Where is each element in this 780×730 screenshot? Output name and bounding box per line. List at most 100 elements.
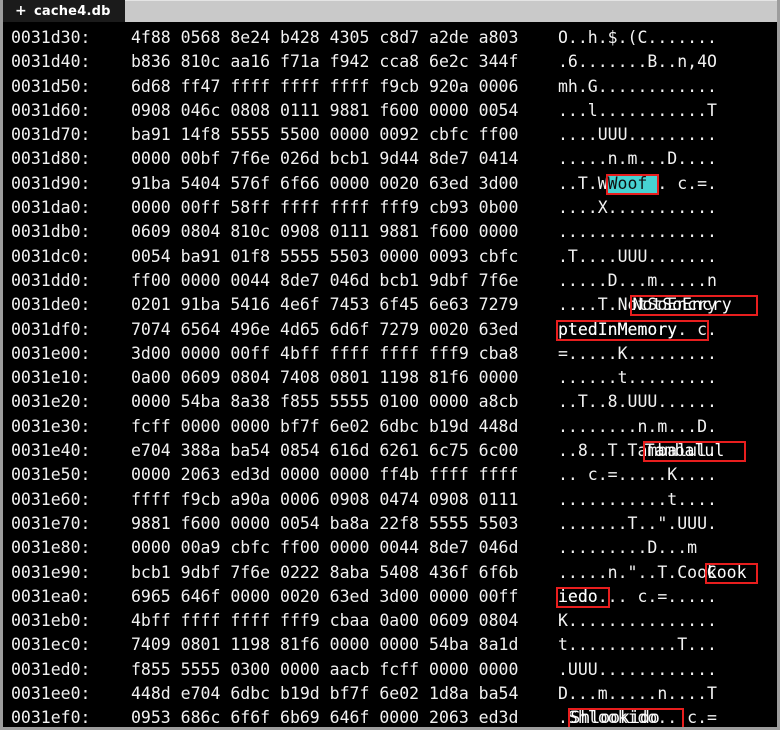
row-offset: 0031e10:	[11, 368, 91, 388]
hexdump-pane[interactable]: 0031d30: 4f88 0568 8e24 b428 4305 c8d7 a2…	[3, 22, 777, 727]
row-ascii: ...........t....	[558, 489, 717, 509]
row-hex-bytes: bcb1 9dbf 7f6e 0222 8aba 5408 436f 6f6b	[131, 562, 519, 582]
row-ascii: ......t.........	[558, 368, 717, 388]
row-ascii: .....D...m.....n	[558, 270, 717, 290]
tab-cache4-db[interactable]: + cache4.db	[3, 0, 125, 22]
row-hex-bytes: 0a00 0609 0804 7408 0801 1198 81f6 0000	[131, 368, 519, 388]
row-offset: 0031eb0:	[11, 611, 91, 631]
row-ascii: ..T..8.UUU......	[558, 392, 717, 412]
hexdump-row[interactable]: 0031e20: 0000 54ba 8a38 f855 5555 0100 00…	[3, 390, 777, 414]
row-offset: 0031e50:	[11, 465, 91, 485]
row-offset: 0031d70:	[11, 125, 91, 145]
hexdump-row[interactable]: 0031e70: 9881 f600 0000 0054 ba8a 22f8 55…	[3, 512, 777, 536]
hexdump-row[interactable]: 0031ee0: 448d e704 6dbc b19d bf7f 6e02 1d…	[3, 682, 777, 706]
row-offset: 0031e70:	[11, 513, 91, 533]
hexdump-row[interactable]: 0031d30: 4f88 0568 8e24 b428 4305 c8d7 a2…	[3, 26, 777, 50]
row-offset: 0031de0:	[11, 295, 91, 315]
row-offset: 0031d80:	[11, 149, 91, 169]
hex-viewer-window: + cache4.db 0031d30: 4f88 0568 8e24 b428 …	[0, 0, 780, 730]
row-ascii: D...m.....n....T	[558, 684, 717, 704]
hexdump-row[interactable]: 0031e50: 0000 2063 ed3d 0000 0000 ff4b ff…	[3, 463, 777, 487]
row-offset: 0031e60:	[11, 489, 91, 509]
hexdump-row[interactable]: 0031d80: 0000 00bf 7f6e 026d bcb1 9d44 8d…	[3, 147, 777, 171]
row-hex-bytes: 9881 f600 0000 0054 ba8a 22f8 5555 5503	[131, 513, 519, 533]
row-ascii: ...l...........T	[558, 100, 717, 120]
row-hex-bytes: 4bff ffff ffff fff9 cbaa 0a00 0609 0804	[131, 611, 519, 631]
row-hex-bytes: 7409 0801 1198 81f6 0000 0000 54ba 8a1d	[131, 635, 519, 655]
row-hex-bytes: 0000 00a9 cbfc ff00 0000 0044 8de7 046d	[131, 538, 519, 558]
highlight-label-shlookido: Shlookido	[570, 708, 660, 728]
row-offset: 0031d40:	[11, 52, 91, 72]
row-offset: 0031db0:	[11, 222, 91, 242]
hexdump-rows: 0031d30: 4f88 0568 8e24 b428 4305 c8d7 a2…	[3, 26, 777, 728]
row-hex-bytes: 6965 646f 0000 0020 63ed 3d00 0000 00ff	[131, 586, 519, 606]
hexdump-row[interactable]: 0031e00: 3d00 0000 00ff 4bff ffff ffff ff…	[3, 342, 777, 366]
row-ascii: ....UUU.........	[558, 125, 717, 145]
hexdump-row[interactable]: 0031ea0: 6965 646f 0000 0020 63ed 3d00 00…	[3, 585, 777, 609]
hexdump-row[interactable]: 0031d40: b836 810c aa16 f71a f942 cca8 6e…	[3, 50, 777, 74]
row-ascii: .UUU............	[558, 659, 717, 679]
highlight-label-notsoencry: NotSoEncry	[632, 295, 732, 315]
hexdump-row[interactable]: 0031e80: 0000 00a9 cbfc ff00 0000 0044 8d…	[3, 536, 777, 560]
highlight-label-woof: Woof	[607, 173, 648, 193]
row-hex-bytes: b836 810c aa16 f71a f942 cca8 6e2c 344f	[131, 52, 519, 72]
row-ascii: t...........T...	[558, 635, 717, 655]
hexdump-row[interactable]: 0031d60: 0908 046c 0808 0111 9881 f600 00…	[3, 99, 777, 123]
row-ascii: .....n.m...D....	[558, 149, 717, 169]
highlight-label-iedo: iedo	[558, 586, 598, 606]
highlight-label-cook: Cook	[706, 562, 747, 582]
row-hex-bytes: 6d68 ff47 ffff ffff ffff f9cb 920a 0006	[131, 76, 519, 96]
hexdump-row[interactable]: 0031d70: ba91 14f8 5555 5500 0000 0092 cb…	[3, 123, 777, 147]
row-hex-bytes: 91ba 5404 576f 6f66 0000 0020 63ed 3d00	[131, 173, 519, 193]
row-offset: 0031ee0:	[11, 684, 91, 704]
row-offset: 0031dc0:	[11, 246, 91, 266]
row-offset: 0031e80:	[11, 538, 91, 558]
highlight-label-ptedinmemory: ptedInMemory	[558, 319, 678, 339]
hexdump-row[interactable]: 0031d90: 91ba 5404 576f 6f66 0000 0020 63…	[3, 172, 777, 196]
row-offset: 0031d90:	[11, 173, 91, 193]
titlebar-empty-area	[124, 0, 777, 22]
row-ascii: .......T..".UUU.	[558, 513, 717, 533]
hexdump-row[interactable]: 0031e90: bcb1 9dbf 7f6e 0222 8aba 5408 43…	[3, 561, 777, 585]
row-hex-bytes: 0000 00bf 7f6e 026d bcb1 9d44 8de7 0414	[131, 149, 519, 169]
row-offset: 0031ea0:	[11, 586, 91, 606]
row-ascii: .6.......B..n,4O	[558, 52, 717, 72]
hexdump-row[interactable]: 0031ec0: 7409 0801 1198 81f6 0000 0000 54…	[3, 633, 777, 657]
hexdump-row[interactable]: 0031ed0: f855 5555 0300 0000 aacb fcff 00…	[3, 658, 777, 682]
row-offset: 0031d30:	[11, 28, 91, 47]
tab-title: cache4.db	[33, 3, 111, 19]
row-ascii: mh.G............	[558, 76, 717, 96]
hexdump-row[interactable]: 0031db0: 0609 0804 810c 0908 0111 9881 f6…	[3, 220, 777, 244]
row-offset: 0031e30:	[11, 416, 91, 436]
hexdump-row[interactable]: 0031dc0: 0054 ba91 01f8 5555 5503 0000 00…	[3, 245, 777, 269]
row-offset: 0031e00:	[11, 343, 91, 363]
hexdump-row[interactable]: 0031dd0: ff00 0000 0044 8de7 046d bcb1 9d…	[3, 269, 777, 293]
row-ascii: .. c.=.....K....	[558, 465, 717, 485]
row-hex-bytes: 0000 00ff 58ff ffff ffff fff9 cb93 0b00	[131, 198, 519, 218]
hexdump-row[interactable]: 0031e60: ffff f9cb a90a 0006 0908 0474 09…	[3, 488, 777, 512]
row-hex-bytes: fcff 0000 0000 bf7f 6e02 6dbc b19d 448d	[131, 416, 519, 436]
hexdump-row[interactable]: 0031da0: 0000 00ff 58ff ffff ffff fff9 cb…	[3, 196, 777, 220]
row-ascii: .....n."..T.Cook	[558, 562, 717, 582]
row-ascii: ....X...........	[558, 198, 717, 218]
hexdump-row[interactable]: 0031eb0: 4bff ffff ffff fff9 cbaa 0a00 06…	[3, 609, 777, 633]
hexdump-row[interactable]: 0031e10: 0a00 0609 0804 7408 0801 1198 81…	[3, 366, 777, 390]
row-offset: 0031d60:	[11, 100, 91, 120]
row-offset: 0031ef0:	[11, 708, 91, 728]
hexdump-row[interactable]: 0031ef0: 0953 686c 6f6f 6b69 646f 0000 20…	[3, 706, 777, 728]
hexdump-row[interactable]: 0031e30: fcff 0000 0000 bf7f 6e02 6dbc b1…	[3, 415, 777, 439]
row-hex-bytes: 4f88 0568 8e24 b428 4305 c8d7 a2de a803	[131, 28, 519, 47]
row-offset: 0031d50:	[11, 76, 91, 96]
row-hex-bytes: ba91 14f8 5555 5500 0000 0092 cbfc ff00	[131, 125, 519, 145]
row-ascii: K...............	[558, 611, 717, 631]
row-offset: 0031df0:	[11, 319, 91, 339]
row-ascii: O..h.$.(C.......	[558, 28, 717, 47]
row-hex-bytes: 7074 6564 496e 4d65 6d6f 7279 0020 63ed	[131, 319, 519, 339]
row-hex-bytes: f855 5555 0300 0000 aacb fcff 0000 0000	[131, 659, 519, 679]
row-ascii: ................	[558, 222, 717, 242]
row-hex-bytes: 0609 0804 810c 0908 0111 9881 f600 0000	[131, 222, 519, 242]
row-hex-bytes: 0953 686c 6f6f 6b69 646f 0000 2063 ed3d	[131, 708, 519, 728]
hexdump-row[interactable]: 0031d50: 6d68 ff47 ffff ffff ffff f9cb 92…	[3, 75, 777, 99]
row-hex-bytes: 3d00 0000 00ff 4bff ffff ffff fff9 cba8	[131, 343, 519, 363]
new-tab-plus-icon[interactable]: +	[15, 4, 27, 18]
